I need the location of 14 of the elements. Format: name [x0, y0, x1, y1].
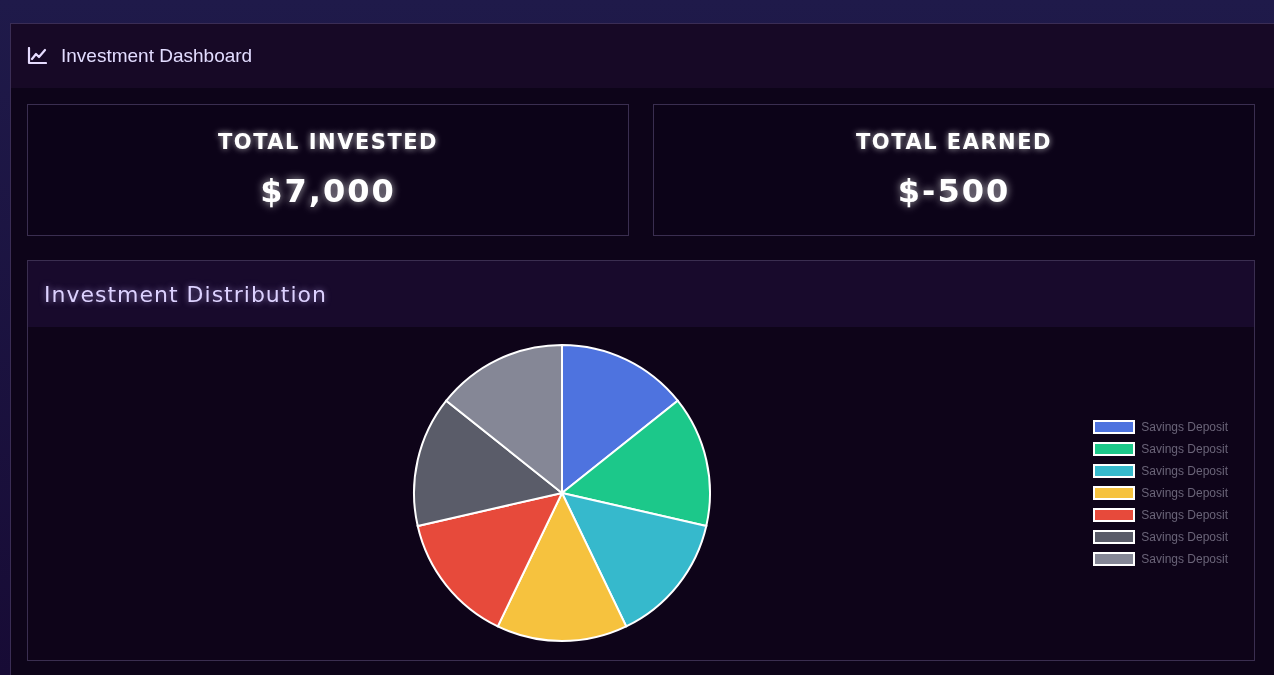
stat-value: $7,000	[260, 172, 396, 210]
legend-label: Savings Deposit	[1141, 486, 1228, 500]
chart-title: Investment Distribution	[44, 281, 327, 307]
stat-label: TOTAL EARNED	[856, 130, 1052, 154]
stat-label: TOTAL INVESTED	[218, 130, 438, 154]
line-chart-icon	[27, 47, 47, 65]
legend-label: Savings Deposit	[1141, 420, 1228, 434]
legend-label: Savings Deposit	[1141, 552, 1228, 566]
legend-label: Savings Deposit	[1141, 464, 1228, 478]
stat-value: $-500	[897, 172, 1011, 210]
legend-label: Savings Deposit	[1141, 508, 1228, 522]
legend-label: Savings Deposit	[1141, 530, 1228, 544]
dashboard-title: Investment Dashboard	[61, 45, 253, 67]
legend-label: Savings Deposit	[1141, 442, 1228, 456]
